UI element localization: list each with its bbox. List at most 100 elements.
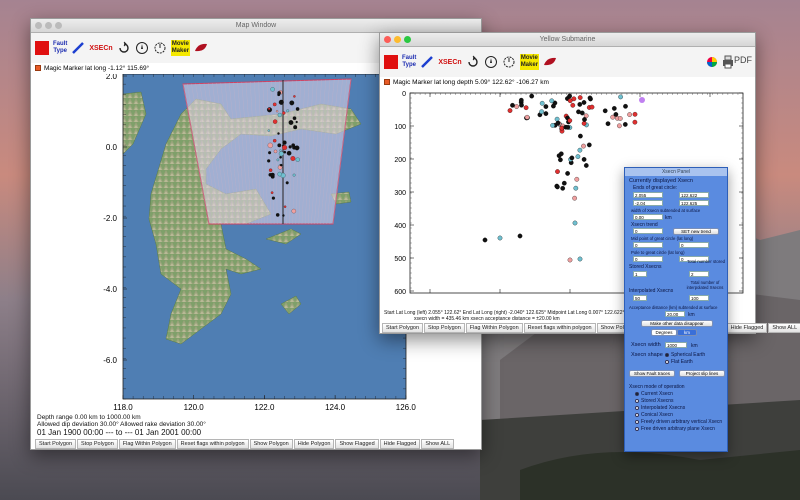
width-subtended-label: width of Xsecn subtended at surface <box>631 208 701 213</box>
toolbar-button-6[interactable]: Show Flagged <box>335 439 379 449</box>
map-info: Depth range 0.00 km to 1000.00 km Allowe… <box>37 414 206 437</box>
xsec-y-tick: 300 <box>394 190 406 197</box>
zoom-button[interactable] <box>404 36 411 43</box>
toolbar-button-2[interactable]: Flag Within Polygon <box>465 323 523 333</box>
end2-lat-field[interactable]: -2.04 <box>633 200 663 206</box>
spherical-earth-radio[interactable] <box>665 353 669 357</box>
minimize-button[interactable] <box>394 36 401 43</box>
fault-type-button[interactable]: Fault Type <box>53 41 67 55</box>
currently-displayed-label: Currently displayed Xsecn <box>629 178 693 184</box>
mode-radio-5[interactable] <box>635 427 639 431</box>
toolbar-button-2[interactable]: Flag Within Polygon <box>118 439 176 449</box>
toolbar-button-8[interactable]: Show ALL <box>768 323 800 333</box>
width-subtended-field[interactable]: 0.00 <box>633 214 663 220</box>
zoom-button[interactable] <box>55 22 62 29</box>
timer-icon[interactable] <box>153 41 167 55</box>
toolbar-button-5[interactable]: Hide Polygon <box>293 439 335 449</box>
pole-lat-field[interactable]: 0 <box>633 256 663 262</box>
leaf-icon[interactable] <box>543 55 557 69</box>
mid-long-field[interactable]: 0 <box>679 242 709 248</box>
trend-field[interactable]: 0 <box>633 228 663 234</box>
stored-field[interactable]: 1 <box>633 271 647 277</box>
interpolated-field[interactable]: 50 <box>633 295 647 301</box>
make-other-disappear-button[interactable]: Make other data disappear <box>641 320 713 327</box>
red-square-button[interactable] <box>35 41 49 55</box>
flat-earth-radio[interactable] <box>665 360 669 364</box>
xsecn-button[interactable]: XSECn <box>89 45 112 52</box>
spherical-earth-label: Spherical Earth <box>671 352 706 358</box>
close-button[interactable] <box>35 22 42 29</box>
mode-radio-4[interactable] <box>635 420 639 424</box>
total-stored-field: 2 <box>689 271 709 277</box>
acceptance-km-label: km <box>688 312 695 318</box>
rotate-icon[interactable] <box>117 41 131 55</box>
leaf-icon[interactable] <box>194 41 208 55</box>
ends-label: Ends of great circle: <box>633 185 678 191</box>
mid-lat-field[interactable]: 0 <box>633 242 663 248</box>
map-window-title: Map Window <box>235 22 277 29</box>
xsec-window-titlebar[interactable]: Yellow Submarine <box>380 33 755 47</box>
tab-degrees[interactable]: Degrees <box>651 329 677 336</box>
map-x-tick: 122.0 <box>254 403 275 412</box>
toolbar-button-3[interactable]: Reset flags within polygon <box>523 323 596 333</box>
map-y-tick: -6.0 <box>103 356 117 365</box>
toolbar-button-7[interactable]: Hide Flagged <box>726 323 768 333</box>
end1-long-field[interactable]: 122.622 <box>679 192 709 198</box>
minimize-button[interactable] <box>45 22 52 29</box>
movie-maker-button[interactable]: Movie Maker <box>519 54 540 70</box>
acceptance-label: Acceptance distance (km) subtended at su… <box>629 305 718 310</box>
timer-icon[interactable] <box>502 55 516 69</box>
toolbar-button-0[interactable]: Start Polygon <box>382 323 424 333</box>
acceptance-field[interactable]: 20.00 <box>665 311 685 317</box>
stored-label: Stored Xsecns <box>629 264 662 270</box>
xsec-x-tick: 0 <box>568 88 572 90</box>
end2-long-field[interactable]: 122.625 <box>679 200 709 206</box>
xsec-y-tick: 500 <box>394 256 406 263</box>
show-fault-traces-button[interactable]: Show Fault traces <box>629 370 675 377</box>
mode-radio-1[interactable] <box>635 399 639 403</box>
end1-lat-field[interactable]: 2.055 <box>633 192 663 198</box>
map-window-titlebar[interactable]: Map Window <box>31 19 481 33</box>
color-wheel-icon[interactable] <box>705 55 719 69</box>
mode-radio-3[interactable] <box>635 413 639 417</box>
toolbar-button-7[interactable]: Hide Flagged <box>379 439 421 449</box>
map-y-tick: 2.0 <box>106 74 118 81</box>
line-tool-icon[interactable] <box>71 41 85 55</box>
toolbar-button-1[interactable]: Stop Polygon <box>77 439 118 449</box>
project-slip-lines-button[interactable]: Project slip lines <box>679 370 725 377</box>
compass-icon[interactable] <box>135 41 149 55</box>
toolbar-button-3[interactable]: Reset flags within polygon <box>176 439 249 449</box>
compass-icon[interactable] <box>484 55 498 69</box>
toolbar-button-1[interactable]: Stop Polygon <box>424 323 465 333</box>
marker-readout: Magic Marker lat long -1.12° 115.69° <box>44 64 150 72</box>
set-trend-button[interactable]: SET new trend <box>673 228 719 235</box>
map-button-row: Start Polygon Stop Polygon Flag Within Pol… <box>35 439 455 449</box>
xsecn-width-field[interactable]: 1000 <box>665 342 687 348</box>
rotate-icon[interactable] <box>466 55 480 69</box>
print-icon[interactable] <box>721 55 735 69</box>
xsecn-width-km: km <box>691 343 698 349</box>
depth-range-text: Depth range 0.00 km to 1000.00 km <box>37 414 141 421</box>
toolbar-button-4[interactable]: Show Polygon <box>249 439 293 449</box>
fault-type-button[interactable]: Fault Type <box>402 55 416 69</box>
xsec-y-tick: 200 <box>394 157 406 164</box>
xsecn-panel[interactable]: Xsecn Panel Currently displayed Xsecn En… <box>624 167 728 452</box>
map-y-tick: 0.0 <box>106 143 118 152</box>
desktop-background: Map Window Fault Type XSECn Movie Maker … <box>0 0 800 500</box>
line-tool-icon[interactable] <box>420 55 434 69</box>
pole-label: Pole to great circle (lat long) <box>631 250 685 255</box>
xsecn-button[interactable]: XSECn <box>438 59 461 66</box>
red-square-button[interactable] <box>384 55 398 69</box>
xsecn-width-label: Xsecn width <box>631 342 661 348</box>
tab-km[interactable]: km <box>677 329 697 336</box>
mode-radio-2[interactable] <box>635 406 639 410</box>
pdf-button[interactable]: PDF <box>734 55 752 65</box>
close-button[interactable] <box>384 36 391 43</box>
mode-radio-0[interactable] <box>635 392 639 396</box>
xsec-y-tick: 100 <box>394 124 406 131</box>
movie-maker-button[interactable]: Movie Maker <box>170 40 191 56</box>
toolbar-button-8[interactable]: Show ALL <box>421 439 455 449</box>
toolbar-button-0[interactable]: Start Polygon <box>35 439 77 449</box>
date-range-text: 01 Jan 1900 00:00 --- to --- 01 Jan 2001… <box>37 428 202 437</box>
total-interp-field: 100 <box>689 295 709 301</box>
